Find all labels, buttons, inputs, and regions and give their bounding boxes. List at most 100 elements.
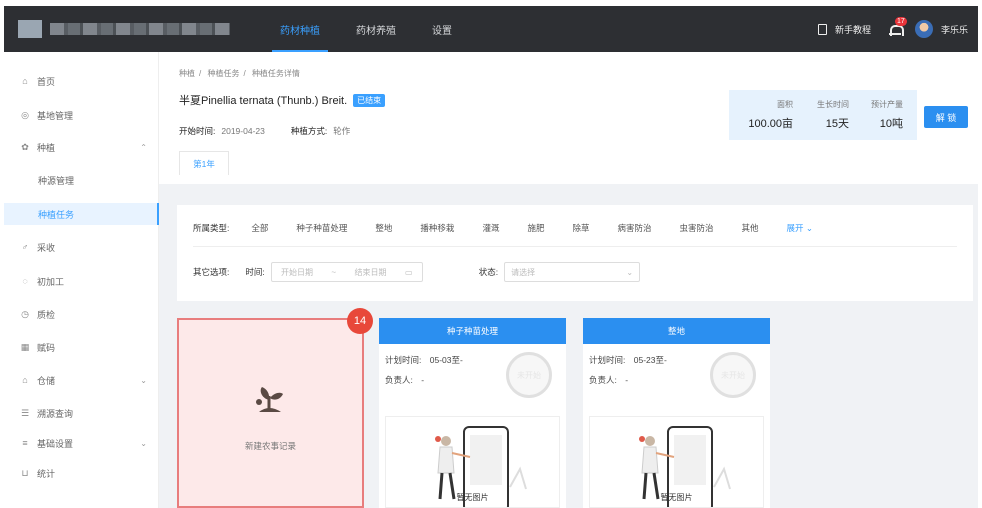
sidebar-item-harvest[interactable]: ♂ 采收 bbox=[4, 236, 159, 258]
task-card-title: 种子种苗处理 bbox=[379, 318, 566, 344]
app-title-blurred bbox=[50, 23, 230, 35]
stat-area-label: 面积 bbox=[777, 100, 793, 109]
expand-label: 展开 bbox=[786, 223, 804, 233]
type-option-weeding[interactable]: 除草 bbox=[572, 222, 589, 234]
task-meta: 开始时间: 2019-04-23 种植方式: 轮作 bbox=[179, 125, 350, 137]
top-right-tools: 新手教程 17 李乐乐 bbox=[817, 6, 968, 52]
top-nav-item-settings[interactable]: 设置 bbox=[414, 6, 470, 52]
plan-time-label: 计划时间: bbox=[589, 355, 626, 365]
type-option-fertilize[interactable]: 施肥 bbox=[527, 222, 544, 234]
type-option-land-prep[interactable]: 整地 bbox=[375, 222, 392, 234]
sidebar-item-planting-tasks[interactable]: 种植任务 bbox=[4, 203, 159, 225]
breadcrumb-item-planting-tasks[interactable]: 种植任务 bbox=[207, 69, 239, 78]
sidebar-item-coding[interactable]: ▦ 赋码 bbox=[4, 336, 159, 358]
no-image-label: 暂无图片 bbox=[660, 493, 693, 502]
sidebar-item-trace-query[interactable]: ☰ 溯源查询 bbox=[4, 402, 159, 424]
step-number-badge: 14 bbox=[347, 308, 373, 334]
task-card-land-prep[interactable]: 整地 计划时间: 05-23至- 负责人: - 未开始 暂无图片 bbox=[583, 318, 770, 508]
planting-method-label: 种植方式: bbox=[290, 126, 328, 136]
task-card-title: 整地 bbox=[583, 318, 770, 344]
processing-icon: ◌ bbox=[22, 276, 28, 286]
no-image-label: 暂无图片 bbox=[456, 493, 489, 502]
type-option-disease-control[interactable]: 病害防治 bbox=[617, 222, 651, 234]
status-stamp: 未开始 bbox=[506, 352, 552, 398]
location-icon: ◎ bbox=[21, 109, 29, 120]
sidebar-item-label: 初加工 bbox=[37, 276, 65, 287]
avatar[interactable] bbox=[914, 20, 933, 38]
top-nav-item-herb-planting[interactable]: 药材种植 bbox=[262, 6, 338, 52]
main-content: 种植 / 种植任务 / 种植任务详情 半夏Pinellia ternata (Thu… bbox=[159, 52, 978, 508]
end-date-placeholder[interactable]: 结束日期 bbox=[355, 267, 387, 278]
expand-filters-button[interactable]: 展开 ⌄ bbox=[787, 222, 814, 234]
sidebar-item-basic-settings[interactable]: ≡ 基础设置 ⌄ bbox=[4, 432, 159, 454]
new-record-label: 新建农事记录 bbox=[244, 441, 296, 451]
sidebar: ⌂ 首页 ◎ 基地管理 ✿ 种植 ⌃ 种源管理 种植任务 ♂ 采收 ◌ 初加工 ◷ 质检 ▦… bbox=[4, 52, 159, 508]
plan-time-value: 05-03至- bbox=[429, 355, 463, 365]
start-date-placeholder[interactable]: 开始日期 bbox=[281, 267, 313, 278]
task-header-card: 种植 / 种植任务 / 种植任务详情 半夏Pinellia ternata (Thu… bbox=[159, 52, 978, 184]
bell-icon[interactable]: 17 bbox=[888, 16, 907, 36]
plan-time-label: 计划时间: bbox=[385, 355, 422, 365]
breadcrumb-item-planting[interactable]: 种植 bbox=[179, 69, 195, 78]
type-option-sowing[interactable]: 播种移栽 bbox=[420, 222, 454, 234]
top-nav: 药材种植 药材养殖 设置 bbox=[262, 6, 470, 52]
sidebar-item-label: 采收 bbox=[37, 242, 56, 253]
tab-year-1[interactable]: 第1年 bbox=[179, 151, 229, 175]
harvest-icon: ♂ bbox=[21, 242, 29, 252]
owner-row: 负责人: - bbox=[385, 374, 424, 386]
owner-label: 负责人: bbox=[385, 375, 413, 385]
chevron-down-icon: ⌄ bbox=[140, 375, 147, 385]
other-options-label: 其它选项: bbox=[193, 267, 230, 277]
stat-growth-time: 生长时间 15天 bbox=[809, 99, 849, 131]
date-range-picker[interactable]: 开始日期 ~ 结束日期 ▭ bbox=[270, 262, 423, 282]
new-farm-record-card[interactable]: 14 新建农事记录 bbox=[177, 308, 373, 508]
document-icon[interactable] bbox=[817, 23, 827, 35]
type-option-pest-control[interactable]: 虫害防治 bbox=[680, 222, 714, 234]
calendar-icon: ▭ bbox=[404, 267, 413, 277]
sidebar-item-seed-source[interactable]: 种源管理 bbox=[4, 169, 159, 191]
sidebar-item-label: 统计 bbox=[37, 468, 56, 479]
stat-expected-yield: 预计产量 10吨 bbox=[863, 99, 903, 131]
breadcrumb-separator: / bbox=[243, 69, 246, 78]
filter-divider bbox=[193, 246, 957, 247]
owner-value: - bbox=[625, 375, 629, 385]
trace-icon: ☰ bbox=[20, 407, 30, 418]
sidebar-item-label: 首页 bbox=[37, 76, 56, 87]
type-option-other[interactable]: 其他 bbox=[742, 222, 759, 234]
chevron-down-icon: ⌄ bbox=[805, 223, 814, 233]
unlock-button[interactable]: 解 锁 bbox=[924, 106, 968, 128]
sidebar-item-inspection[interactable]: ◷ 质检 bbox=[4, 303, 159, 325]
top-nav-item-herb-breeding[interactable]: 药材养殖 bbox=[338, 6, 414, 52]
sidebar-item-label: 质检 bbox=[37, 309, 56, 320]
sidebar-item-base-management[interactable]: ◎ 基地管理 bbox=[4, 104, 159, 126]
status-badge: 已结束 bbox=[353, 93, 386, 107]
user-name[interactable]: 李乐乐 bbox=[941, 23, 968, 36]
task-card-seed-treatment[interactable]: 种子种苗处理 计划时间: 05-03至- 负责人: - 未开始 暂无图片 bbox=[379, 318, 566, 508]
stat-expected-yield-label: 预计产量 bbox=[871, 100, 903, 109]
sidebar-item-label: 赋码 bbox=[37, 342, 56, 353]
type-option-seed-treatment[interactable]: 种子种苗处理 bbox=[296, 222, 347, 234]
plant-icon bbox=[256, 387, 283, 412]
sidebar-item-warehouse[interactable]: ⌂ 仓储 ⌄ bbox=[4, 369, 159, 391]
sidebar-item-home[interactable]: ⌂ 首页 bbox=[4, 70, 159, 92]
type-option-all[interactable]: 全部 bbox=[251, 222, 268, 234]
stat-growth-time-value: 15天 bbox=[825, 118, 849, 130]
plan-time-value: 05-23至- bbox=[633, 355, 667, 365]
settings-icon: ≡ bbox=[22, 438, 28, 448]
sidebar-item-statistics[interactable]: ⊔ 统计 bbox=[4, 462, 159, 484]
sidebar-item-label: 仓储 bbox=[37, 375, 56, 386]
tutorial-link[interactable]: 新手教程 bbox=[835, 23, 871, 36]
home-icon: ⌂ bbox=[22, 76, 28, 86]
state-select[interactable]: 请选择 ⌄ bbox=[504, 262, 641, 282]
sidebar-item-planting[interactable]: ✿ 种植 ⌃ bbox=[4, 136, 159, 158]
type-filter-label: 所属类型: bbox=[193, 223, 230, 233]
breadcrumb-separator: / bbox=[199, 69, 202, 78]
type-option-irrigation[interactable]: 灌溉 bbox=[482, 222, 499, 234]
plan-time-row: 计划时间: 05-23至- bbox=[589, 354, 667, 366]
sidebar-item-label: 基础设置 bbox=[37, 438, 74, 449]
stat-area: 面积 100.00亩 bbox=[735, 99, 793, 131]
sidebar-item-processing[interactable]: ◌ 初加工 bbox=[4, 270, 159, 292]
type-filter-row: 所属类型: 全部 种子种苗处理 整地 播种移栽 灌溉 施肥 除草 病害防治 虫害… bbox=[193, 222, 813, 234]
sidebar-item-label: 种植任务 bbox=[38, 209, 75, 220]
qrcode-icon: ▦ bbox=[20, 341, 30, 352]
